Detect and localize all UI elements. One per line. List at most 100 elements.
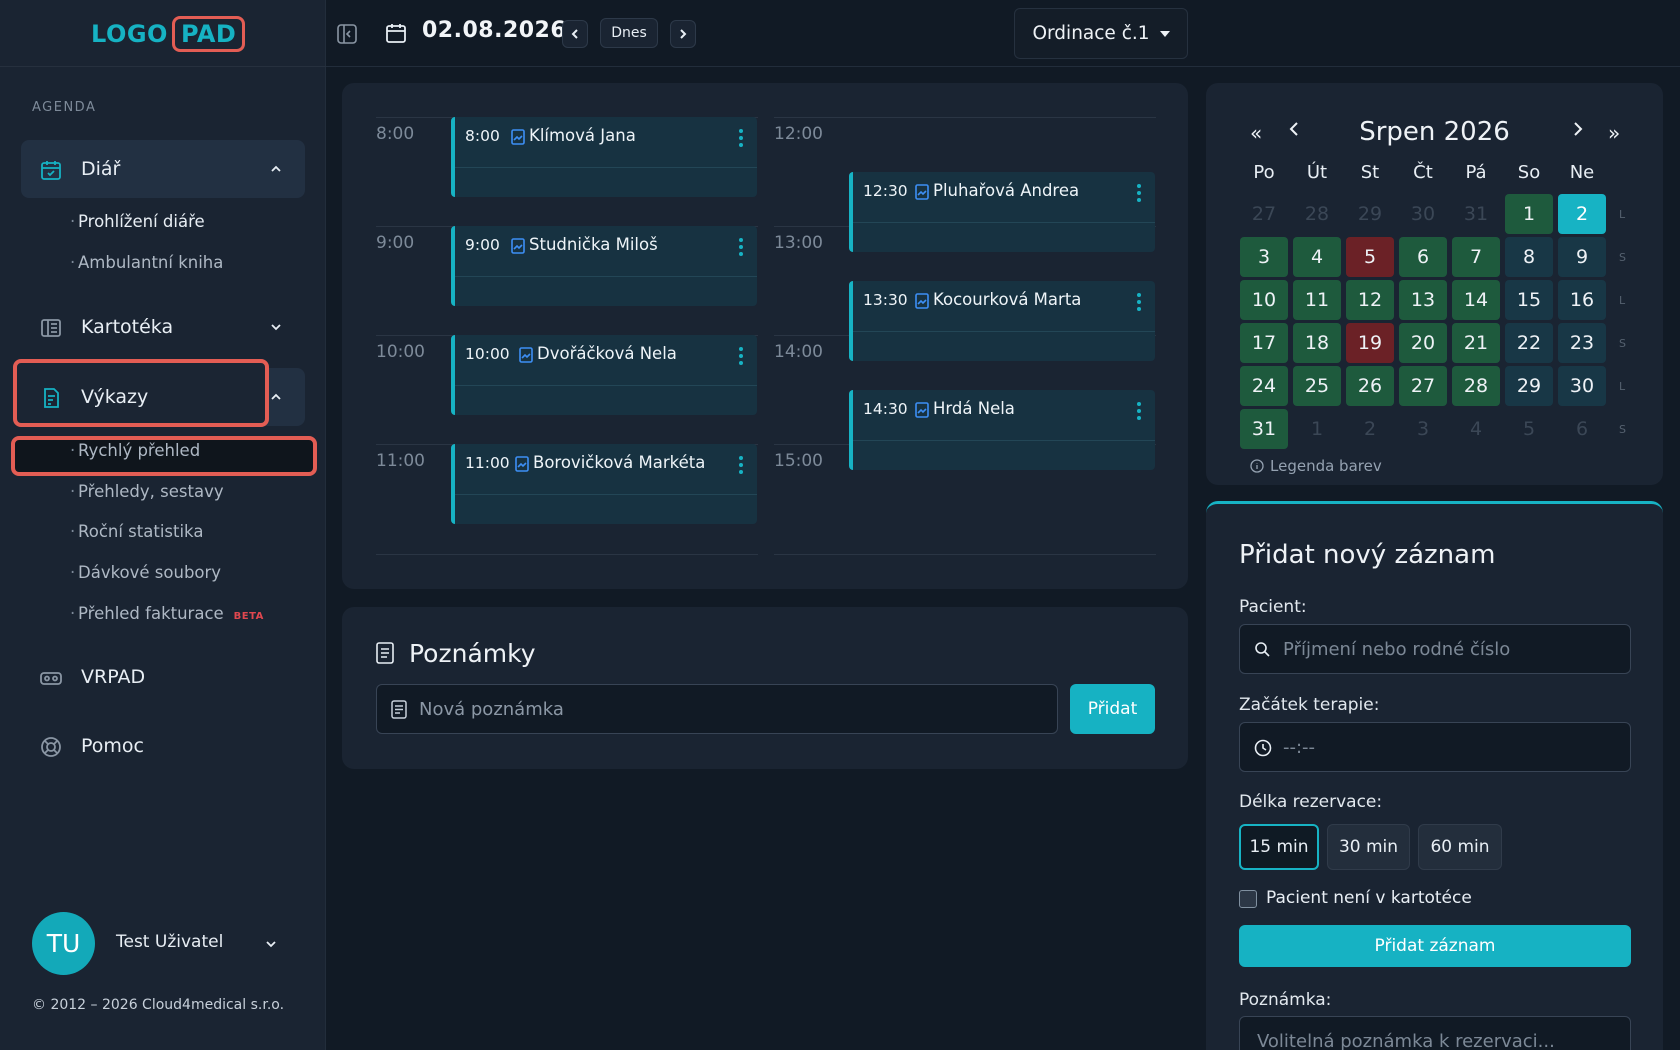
duration-15-button[interactable]: 15 min (1239, 824, 1319, 870)
calendar-day[interactable]: 11 (1293, 280, 1341, 320)
nav-vykazy[interactable]: Výkazy (21, 368, 305, 426)
chevron-down-icon[interactable] (264, 937, 278, 951)
next-day-button[interactable] (670, 20, 696, 48)
sidebar-toggle-icon[interactable] (336, 23, 358, 45)
calendar-day[interactable]: 18 (1293, 323, 1341, 363)
more-vertical-icon[interactable] (1137, 402, 1141, 420)
sub-prohlizeni-diare[interactable]: Prohlížení diáře (70, 212, 205, 231)
calendar-day[interactable]: 4 (1293, 237, 1341, 277)
calendar-day[interactable]: 17 (1240, 323, 1288, 363)
nav-pomoc[interactable]: Pomoc (21, 717, 305, 775)
sub-ambulantni-kniha[interactable]: Ambulantní kniha (70, 253, 223, 272)
sub-prehled-fakturace[interactable]: Přehled fakturace BETA (70, 604, 264, 623)
hour-line (774, 117, 1156, 118)
user-menu[interactable]: TU Test Uživatel (32, 912, 312, 976)
current-date[interactable]: 02.08.2026 (422, 18, 566, 43)
appointment[interactable]: 13:30 Kocourková Marta (849, 281, 1155, 361)
office-select[interactable]: Ordinace č.1 (1014, 8, 1188, 59)
nav-kartoteka[interactable]: Kartotéka (21, 298, 305, 356)
start-time-input[interactable]: --:-- (1239, 722, 1631, 772)
duration-30-button[interactable]: 30 min (1327, 824, 1410, 870)
calendar-day[interactable]: 31 (1452, 194, 1500, 234)
calendar-day[interactable]: 2 (1346, 409, 1394, 449)
appointment[interactable]: 11:00 Borovičková Markéta (451, 444, 757, 524)
next-year-button[interactable]: » (1608, 121, 1620, 145)
calendar-day[interactable]: 1 (1293, 409, 1341, 449)
calendar-day[interactable]: 9 (1558, 237, 1606, 277)
logo[interactable]: LOGO PAD (91, 16, 246, 52)
more-vertical-icon[interactable] (1137, 293, 1141, 311)
calendar-day[interactable]: 20 (1399, 323, 1447, 363)
calendar-day[interactable]: 24 (1240, 366, 1288, 406)
patient-search-input[interactable]: Příjmení nebo rodné číslo (1239, 624, 1631, 674)
calendar-day[interactable]: 30 (1399, 194, 1447, 234)
calendar-day[interactable]: 28 (1293, 194, 1341, 234)
duration-60-button[interactable]: 60 min (1418, 824, 1502, 870)
appointment[interactable]: 10:00 Dvořáčková Nela (451, 335, 757, 415)
calendar-day[interactable]: 31 (1240, 409, 1288, 449)
calendar-day-selected[interactable]: 2 (1558, 194, 1606, 234)
prev-day-button[interactable] (562, 20, 588, 48)
chevron-up-icon[interactable] (269, 162, 283, 176)
calendar-day[interactable]: 29 (1505, 366, 1553, 406)
calendar-day[interactable]: 6 (1399, 237, 1447, 277)
appointment[interactable]: 9:00 Studnička Miloš (451, 226, 757, 306)
today-button[interactable]: Dnes (600, 18, 658, 48)
calendar-day[interactable]: 14 (1452, 280, 1500, 320)
calendar-day[interactable]: 7 (1452, 237, 1500, 277)
calendar-day[interactable]: 1 (1505, 194, 1553, 234)
calendar-day[interactable]: 26 (1346, 366, 1394, 406)
sub-davkove-soubory[interactable]: Dávkové soubory (70, 563, 221, 582)
calendar-day[interactable]: 5 (1346, 237, 1394, 277)
calendar-day[interactable]: 27 (1240, 194, 1288, 234)
calendar-day[interactable]: 5 (1505, 409, 1553, 449)
more-vertical-icon[interactable] (739, 129, 743, 147)
calendar-day[interactable]: 6 (1558, 409, 1606, 449)
new-note-input[interactable]: Nová poznámka (376, 684, 1058, 734)
calendar-day[interactable]: 15 (1505, 280, 1553, 320)
calendar-day[interactable]: 16 (1558, 280, 1606, 320)
calendar-day[interactable]: 12 (1346, 280, 1394, 320)
nav-diar[interactable]: Diář (21, 140, 305, 198)
calendar-icon[interactable] (384, 21, 408, 45)
add-record-button[interactable]: Přidat záznam (1239, 925, 1631, 967)
not-in-registry-checkbox[interactable] (1239, 890, 1257, 908)
chevron-down-icon[interactable] (269, 320, 283, 334)
appointment[interactable]: 14:30 Hrdá Nela (849, 390, 1155, 470)
appointment[interactable]: 12:30 Pluhařová Andrea (849, 172, 1155, 252)
lifebuoy-icon (39, 735, 63, 759)
calendar-day[interactable]: 21 (1452, 323, 1500, 363)
appointment-patient: Dvořáčková Nela (537, 344, 677, 363)
weekday-label: Pá (1465, 162, 1487, 183)
add-note-button[interactable]: Přidat (1070, 684, 1155, 734)
calendar-day[interactable]: 23 (1558, 323, 1606, 363)
more-vertical-icon[interactable] (739, 456, 743, 474)
calendar-day[interactable]: 13 (1399, 280, 1447, 320)
sub-rychly-prehled[interactable]: Rychlý přehled (70, 441, 200, 460)
calendar-day[interactable]: 3 (1240, 237, 1288, 277)
calendar-day[interactable]: 8 (1505, 237, 1553, 277)
sub-prehledy-sestavy[interactable]: Přehledy, sestavy (70, 482, 224, 501)
calendar-day[interactable]: 27 (1399, 366, 1447, 406)
calendar-day[interactable]: 22 (1505, 323, 1553, 363)
reservation-note-input[interactable]: Volitelná poznámka k rezervaci... (1239, 1016, 1631, 1050)
more-vertical-icon[interactable] (739, 238, 743, 256)
color-legend[interactable]: Legenda barev (1250, 457, 1382, 475)
calendar-day[interactable]: 3 (1399, 409, 1447, 449)
calendar-day[interactable]: 19 (1346, 323, 1394, 363)
not-in-registry-label[interactable]: Pacient není v kartotéce (1266, 888, 1472, 908)
chevron-up-icon[interactable] (269, 390, 283, 404)
calendar-day[interactable]: 28 (1452, 366, 1500, 406)
calendar-day[interactable]: 10 (1240, 280, 1288, 320)
sub-rocni-statistika[interactable]: Roční statistika (70, 522, 203, 541)
calendar-day[interactable]: 30 (1558, 366, 1606, 406)
more-vertical-icon[interactable] (739, 347, 743, 365)
next-month-button[interactable] (1572, 121, 1584, 137)
appointment[interactable]: 8:00 Klímová Jana (451, 117, 757, 197)
nav-vrpad[interactable]: VRPAD (21, 648, 305, 706)
more-vertical-icon[interactable] (1137, 184, 1141, 202)
calendar-day[interactable]: 29 (1346, 194, 1394, 234)
calendar-day[interactable]: 25 (1293, 366, 1341, 406)
calendar-day[interactable]: 4 (1452, 409, 1500, 449)
nav-vrpad-label: VRPAD (81, 666, 146, 688)
